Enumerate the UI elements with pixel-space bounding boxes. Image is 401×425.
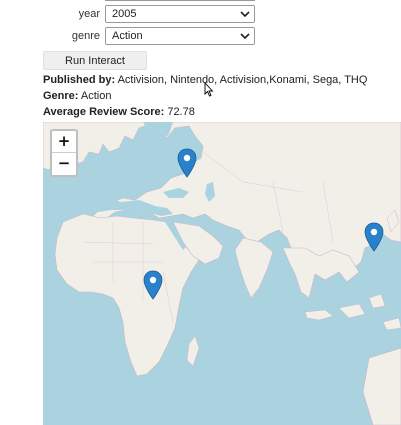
mouse-cursor-icon xyxy=(204,82,214,97)
genre-select[interactable]: Action xyxy=(105,27,255,45)
zoom-in-button[interactable]: + xyxy=(52,131,76,153)
world-map[interactable]: + − xyxy=(43,122,401,425)
map-marker-pin-icon[interactable] xyxy=(364,222,384,252)
zoom-out-button[interactable]: − xyxy=(52,153,76,174)
map-marker-pin-icon[interactable] xyxy=(177,148,197,178)
year-label: year xyxy=(78,8,100,20)
map-marker-pin-icon[interactable] xyxy=(143,270,163,300)
genre-info-value: Action xyxy=(78,90,112,102)
southeast-asia-land xyxy=(282,247,360,299)
year-select[interactable]: 2005 xyxy=(105,5,255,23)
genre-select-value: Action xyxy=(112,30,143,42)
year-row: year 2005 xyxy=(0,4,401,26)
genre-label: genre xyxy=(71,30,100,42)
year-select-value: 2005 xyxy=(112,8,137,20)
run-interact-button[interactable]: Run Interact xyxy=(43,51,147,70)
australia-land xyxy=(362,347,401,425)
chevron-down-icon xyxy=(240,11,250,18)
genre-row: genre Action xyxy=(0,26,401,48)
published-by-label: Published by: xyxy=(43,74,116,86)
top-divider xyxy=(105,0,255,1)
average-score-value: 72.78 xyxy=(164,106,195,118)
map-tiles xyxy=(43,122,401,425)
average-score-line: Average Review Score: 72.78 xyxy=(43,106,195,118)
published-by-value: Activision, Nintendo, Activision,Konami,… xyxy=(115,74,368,86)
genre-line: Genre: Action xyxy=(43,90,112,102)
india-land xyxy=(234,237,274,299)
average-score-label: Average Review Score: xyxy=(43,106,165,118)
genre-info-label: Genre: xyxy=(43,90,79,102)
zoom-control: + − xyxy=(50,129,78,177)
chevron-down-icon xyxy=(240,33,250,40)
